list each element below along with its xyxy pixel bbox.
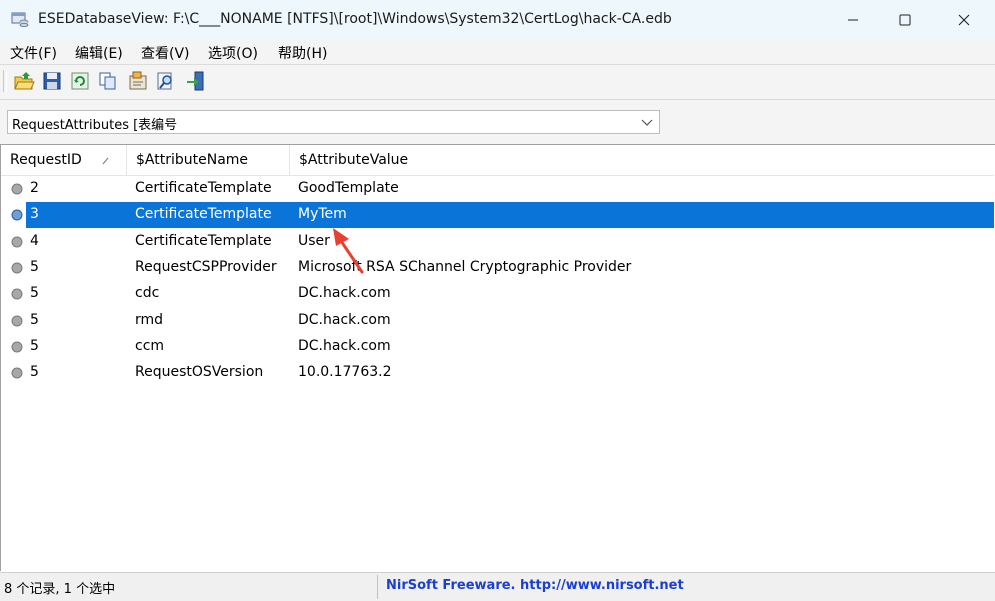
cell-attributename: CertificateTemplate: [135, 180, 272, 196]
table-row[interactable]: 5 cdc DC.hack.com: [1, 281, 994, 307]
record-icon: [11, 262, 23, 274]
exit-icon[interactable]: [185, 70, 207, 92]
cell-requestid: 2: [30, 180, 39, 196]
cell-attributename: CertificateTemplate: [135, 206, 272, 223]
cell-attributename: cdc: [135, 285, 160, 302]
cell-requestid: 5: [30, 285, 39, 302]
properties-icon[interactable]: [127, 70, 149, 92]
table-row[interactable]: 4 CertificateTemplate User: [1, 229, 994, 255]
chevron-down-icon: [641, 119, 653, 126]
cell-attributevalue: DC.hack.com: [298, 337, 391, 354]
table-row[interactable]: 3 CertificateTemplate MyTem: [1, 202, 994, 229]
record-icon: [11, 209, 23, 221]
menu-edit[interactable]: 编辑(E): [75, 43, 123, 63]
record-icon: [11, 367, 23, 379]
menu-view[interactable]: 查看(V): [141, 43, 190, 63]
record-icon: [11, 288, 23, 300]
cell-attributevalue: DC.hack.com: [298, 285, 391, 302]
cell-requestid: 4: [30, 232, 39, 249]
title-bar: ESEDatabaseView: F:\C___NONAME [NTFS]\[r…: [0, 0, 995, 40]
column-header-label: $AttributeValue: [299, 152, 409, 168]
table-row[interactable]: 5 RequestCSPProvider Microsoft RSA SChanne…: [1, 255, 994, 281]
cell-attributename: RequestCSPProvider: [135, 258, 277, 275]
toolbar: [0, 65, 995, 99]
save-icon[interactable]: [41, 70, 63, 92]
menu-bar: 文件(F) 编辑(E) 查看(V) 选项(O) 帮助(H): [0, 40, 995, 65]
find-icon[interactable]: [155, 70, 177, 92]
status-divider: [377, 575, 378, 599]
cell-attributename: CertificateTemplate: [135, 232, 272, 249]
cell-attributevalue: GoodTemplate: [298, 180, 399, 196]
status-bar: 8 个记录, 1 个选中 NirSoft Freeware. http://ww…: [0, 572, 995, 601]
close-button[interactable]: [937, 0, 991, 40]
table-row[interactable]: 5 rmd DC.hack.com: [1, 308, 994, 334]
cell-attributename: ccm: [135, 337, 165, 354]
nirsoft-link[interactable]: NirSoft Freeware. http://www.nirsoft.net: [386, 578, 684, 593]
refresh-icon[interactable]: [69, 70, 91, 92]
maximize-button[interactable]: [878, 0, 932, 40]
cell-attributevalue: MyTem: [298, 206, 347, 223]
cell-attributename: RequestOSVersion: [135, 364, 264, 381]
cell-attributevalue: User: [298, 232, 330, 249]
cell-attributevalue: 10.0.17763.2: [298, 364, 392, 381]
column-header-label: RequestID: [10, 152, 82, 168]
table-select[interactable]: RequestAttributes [表编号: [7, 110, 660, 134]
open-folder-icon[interactable]: [13, 70, 35, 92]
maximize-icon: [899, 14, 911, 26]
minimize-button[interactable]: [826, 0, 880, 40]
record-icon: [11, 183, 23, 195]
cell-requestid: 5: [30, 311, 39, 328]
column-header-label: $AttributeName: [136, 152, 249, 168]
table-row[interactable]: 5 RequestOSVersion 10.0.17763.2: [1, 360, 994, 386]
menu-file[interactable]: 文件(F): [10, 43, 57, 63]
record-icon: [11, 236, 23, 248]
list-header: RequestID $AttributeName $AttributeValue: [1, 145, 994, 176]
toolbar-grip: [3, 70, 7, 92]
record-icon: [11, 341, 23, 353]
cell-requestid: 5: [30, 364, 39, 381]
table-row[interactable]: 2 CertificateTemplate GoodTemplate: [1, 176, 994, 202]
sort-ascending-icon: [102, 157, 109, 165]
table-row[interactable]: 5 ccm DC.hack.com: [1, 334, 994, 360]
column-header-attributevalue[interactable]: $AttributeValue: [290, 145, 994, 175]
menu-options[interactable]: 选项(O): [208, 43, 258, 63]
cell-requestid: 3: [30, 206, 39, 223]
window-title: ESEDatabaseView: F:\C___NONAME [NTFS]\[r…: [38, 11, 672, 27]
cell-attributename: rmd: [135, 311, 164, 328]
app-icon: [11, 12, 29, 27]
menu-help[interactable]: 帮助(H): [278, 43, 327, 63]
minimize-icon: [848, 19, 858, 21]
cell-requestid: 5: [30, 337, 39, 354]
table-select-value: RequestAttributes [表编号: [12, 118, 178, 133]
column-header-attributename[interactable]: $AttributeName: [127, 145, 290, 175]
cell-requestid: 5: [30, 258, 39, 275]
records-list[interactable]: RequestID $AttributeName $AttributeValue…: [0, 144, 995, 571]
close-icon: [958, 14, 970, 26]
status-record-count: 8 个记录, 1 个选中: [4, 582, 116, 597]
column-header-requestid[interactable]: RequestID: [1, 145, 127, 175]
copy-icon[interactable]: [97, 70, 119, 92]
table-select-area: RequestAttributes [表编号: [0, 100, 995, 144]
cell-attributevalue: DC.hack.com: [298, 311, 391, 328]
cell-attributevalue: Microsoft RSA SChannel Cryptographic Pro…: [298, 258, 632, 275]
record-icon: [11, 315, 23, 326]
